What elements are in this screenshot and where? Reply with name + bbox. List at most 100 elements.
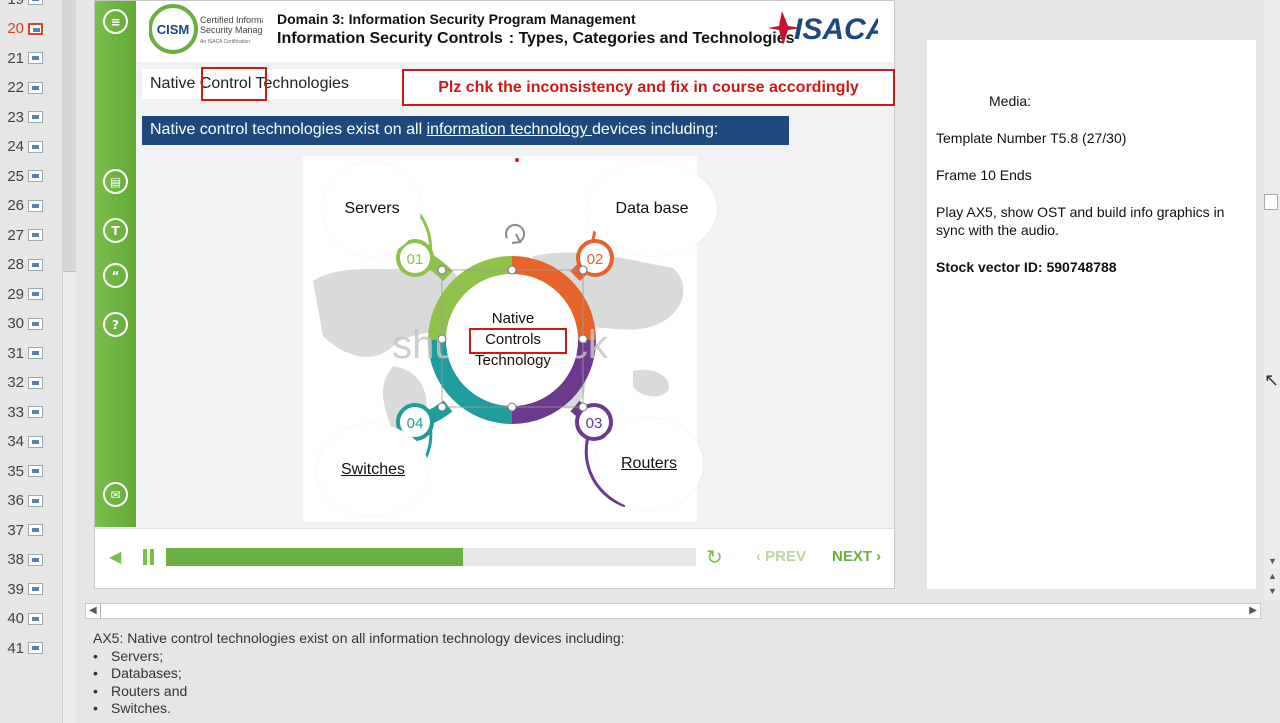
slide-title-main: Information Security Controls xyxy=(277,30,503,47)
slide-thumbnail[interactable]: 39 xyxy=(0,577,62,601)
slide-thumbnail[interactable]: 35 xyxy=(0,459,62,483)
slide-thumbnail[interactable]: 36 xyxy=(0,489,62,513)
slide-thumbnail-icon xyxy=(28,406,43,418)
slide-thumbnail-icon xyxy=(28,376,43,389)
speaker-notes[interactable]: AX5: Native control technologies exist o… xyxy=(76,624,1280,723)
slide-thumbnail-icon xyxy=(28,435,43,448)
slide-thumbnail[interactable]: 25 xyxy=(0,164,62,188)
slide-number: 40 xyxy=(7,610,24,627)
isaca-logo-text: ISACA xyxy=(794,13,878,46)
slide-thumbnail[interactable]: 27 xyxy=(0,223,62,247)
course-header: CISM Certified Information Security Mana… xyxy=(136,1,894,62)
slide-thumbnail[interactable]: 20 xyxy=(0,17,62,41)
menu-icon[interactable]: ≡ xyxy=(103,9,128,34)
player-controls: ◀ ↻ ‹ PREV NEXT › xyxy=(95,528,894,588)
slide-thumbnail[interactable]: 31 xyxy=(0,341,62,365)
transcript-icon[interactable]: T xyxy=(103,218,128,243)
notes-bullet: Routers and xyxy=(93,683,1263,701)
item-routers: Routers xyxy=(595,418,703,510)
slide-number: 22 xyxy=(7,79,24,96)
progress-bar[interactable] xyxy=(166,548,696,566)
help-icon[interactable]: ? xyxy=(103,312,128,337)
slide-thumbnail[interactable]: 38 xyxy=(0,548,62,572)
slide-thumbnail[interactable]: 28 xyxy=(0,253,62,277)
template-number: Template Number T5.8 (27/30) xyxy=(936,130,1127,146)
badge-04: 04 xyxy=(407,415,424,432)
notes-bullet: Servers; xyxy=(93,648,1263,666)
thumbnail-scrollbar[interactable] xyxy=(62,0,76,723)
horizontal-scrollbar[interactable]: ◀ ▶ xyxy=(85,603,1261,619)
slide-thumbnail-icon xyxy=(28,258,43,271)
mouse-cursor-icon: ↖ xyxy=(1264,370,1280,390)
next-label: NEXT xyxy=(832,548,873,565)
scroll-down-icon[interactable]: ▼ xyxy=(1268,556,1277,566)
slide-thumbnail-icon xyxy=(28,81,43,94)
banner-link: information technology xyxy=(426,121,593,138)
item-servers: Servers xyxy=(323,162,421,256)
slide-thumbnail-icon xyxy=(28,170,43,182)
scroll-right-icon[interactable]: ▶ xyxy=(1249,605,1257,616)
slide-thumbnail[interactable]: 41 xyxy=(0,636,62,660)
slide-thumbnail[interactable]: 33 xyxy=(0,400,62,424)
thumbnail-scrollbar-thumb[interactable] xyxy=(63,0,76,272)
notes-bullet-list: Servers; Databases; Routers and Switches… xyxy=(93,648,1263,718)
cism-line-2: Security Manager xyxy=(200,25,263,35)
scroll-left-icon[interactable]: ◀ xyxy=(89,605,97,616)
volume-icon[interactable]: ◀ xyxy=(109,547,121,567)
slide-thumbnail-icon xyxy=(28,642,43,654)
slide-thumbnail-icon xyxy=(28,199,43,212)
slide-thumbnail[interactable]: 34 xyxy=(0,430,62,454)
slide-number: 38 xyxy=(7,551,24,568)
slide-thumbnail[interactable]: 23 xyxy=(0,105,62,129)
slide-thumbnail[interactable]: 29 xyxy=(0,282,62,306)
slide-number: 26 xyxy=(7,197,24,214)
vertical-scrollbar[interactable]: ▼ ▲ ▼ xyxy=(1264,0,1280,600)
review-comment-box: Plz chk the inconsistency and fix in cou… xyxy=(402,69,895,106)
prev-button[interactable]: ‹ PREV xyxy=(756,548,806,565)
slide-thumbnail-icon xyxy=(28,288,43,300)
slide-thumbnail[interactable]: 21 xyxy=(0,46,62,70)
slide-thumbnail-icon xyxy=(28,347,43,359)
slide-number: 35 xyxy=(7,462,24,480)
slide-thumbnail[interactable]: 32 xyxy=(0,371,62,395)
slide-thumbnail[interactable]: 37 xyxy=(0,518,62,542)
intro-banner: Native control technologies exist on all… xyxy=(142,116,789,145)
next-slide-icon[interactable]: ▼ xyxy=(1268,586,1277,596)
notes-icon[interactable]: ▤ xyxy=(103,169,128,194)
slide-thumbnail[interactable]: 26 xyxy=(0,194,62,218)
slide-number: 34 xyxy=(7,433,24,450)
storyboard-notes-pane[interactable]: Media: Template Number T5.8 (27/30) Fram… xyxy=(927,40,1256,589)
slide-thumbnail-icon xyxy=(28,22,43,35)
notes-bullet: Switches. xyxy=(93,700,1263,718)
slide-thumbnail[interactable]: 19 xyxy=(0,0,62,11)
slide-thumbnail[interactable]: 40 xyxy=(0,607,62,631)
slide-thumbnail-icon xyxy=(28,553,43,566)
cism-line-3: An ISACA Certification xyxy=(200,39,250,45)
banner-text-post: devices including: xyxy=(592,121,719,138)
slide-number: 24 xyxy=(7,138,24,155)
slide-number: 33 xyxy=(7,403,24,421)
replay-icon[interactable]: ↻ xyxy=(706,545,723,569)
banner-text-pre: Native control technologies exist on all xyxy=(150,121,427,138)
slide-thumbnail-icon xyxy=(28,0,43,5)
slide-number: 30 xyxy=(7,315,24,332)
slide-title: Information Security Controls: Types, Ca… xyxy=(277,30,794,48)
slide-thumbnail[interactable]: 24 xyxy=(0,135,62,159)
item-database: Data base xyxy=(587,162,717,256)
next-button[interactable]: NEXT › xyxy=(832,548,881,565)
slide-number: 20 xyxy=(7,20,24,37)
vertical-scrollbar-thumb[interactable] xyxy=(1264,194,1278,210)
slide-thumbnail-icon xyxy=(28,465,43,477)
slide-thumbnail[interactable]: 30 xyxy=(0,312,62,336)
slide-thumbnail[interactable]: 22 xyxy=(0,76,62,100)
quote-icon[interactable]: “ xyxy=(103,263,128,288)
media-label: Media: xyxy=(989,93,1032,109)
pause-button[interactable] xyxy=(143,549,155,565)
notes-bullet: Databases; xyxy=(93,665,1263,683)
prev-slide-icon[interactable]: ▲ xyxy=(1268,571,1277,581)
slide-number: 32 xyxy=(7,374,24,391)
item-switches: Switches xyxy=(317,424,429,516)
review-highlight-box xyxy=(201,67,267,101)
slide-thumbnail-icon xyxy=(28,111,43,123)
feedback-icon[interactable]: ✉ xyxy=(103,482,128,507)
